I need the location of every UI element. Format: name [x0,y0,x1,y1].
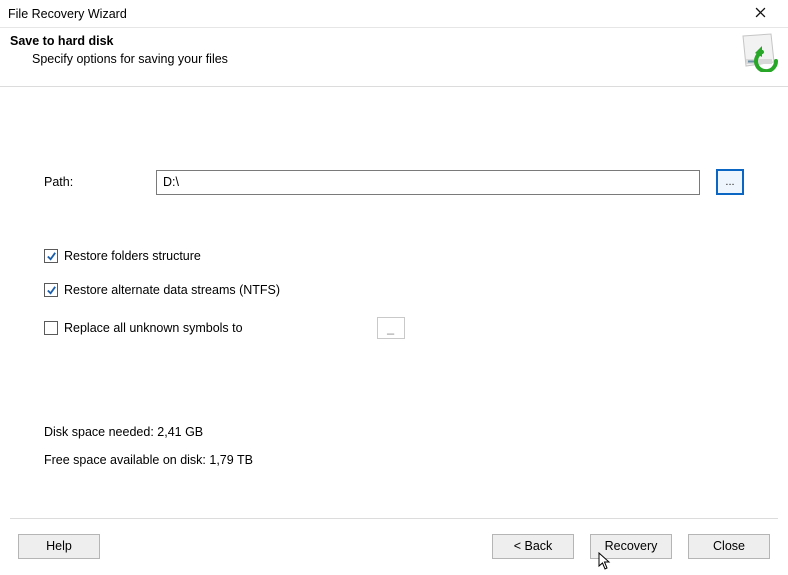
ellipsis-icon: ... [725,176,734,188]
restore-folders-label: Restore folders structure [64,249,201,263]
footer-right: < Back Recovery Close [492,534,770,559]
page-subtitle: Specify options for saving your files [32,52,228,66]
back-button[interactable]: < Back [492,534,574,559]
recovery-button-label: Recovery [605,539,658,553]
restore-ads-label: Restore alternate data streams (NTFS) [64,283,280,297]
hard-disk-icon [738,32,778,72]
replace-symbols-label: Replace all unknown symbols to [64,321,243,335]
wizard-body: Path: ... Restore folders structure Rest… [0,87,788,507]
replace-symbols-checkbox[interactable] [44,321,58,335]
disk-space-info: Disk space needed: 2,41 GB Free space av… [44,425,744,467]
options-group: Restore folders structure Restore altern… [44,249,744,339]
wizard-footer: Help < Back Recovery Close [0,519,788,573]
checkmark-icon [46,251,57,262]
titlebar: File Recovery Wizard [0,0,788,28]
window-title: File Recovery Wizard [8,7,127,21]
close-footer-button-label: Close [713,539,745,553]
help-button-label: Help [46,539,72,553]
restore-folders-row: Restore folders structure [44,249,744,263]
disk-space-needed: Disk space needed: 2,41 GB [44,425,744,439]
checkmark-icon [46,285,57,296]
restore-folders-checkbox[interactable] [44,249,58,263]
help-button[interactable]: Help [18,534,100,559]
disk-space-free: Free space available on disk: 1,79 TB [44,453,744,467]
path-row: Path: ... [44,169,744,195]
header-texts: Save to hard disk Specify options for sa… [10,32,228,66]
browse-button[interactable]: ... [716,169,744,195]
path-label: Path: [44,175,140,189]
close-button[interactable] [740,0,780,28]
replace-symbol-input[interactable] [377,317,405,339]
back-button-label: < Back [514,539,553,553]
restore-ads-checkbox[interactable] [44,283,58,297]
page-title: Save to hard disk [10,34,228,48]
path-input[interactable] [156,170,700,195]
close-footer-button[interactable]: Close [688,534,770,559]
wizard-header: Save to hard disk Specify options for sa… [0,28,788,87]
close-icon [755,5,766,23]
replace-symbols-row: Replace all unknown symbols to [44,317,744,339]
recovery-button[interactable]: Recovery [590,534,672,559]
restore-ads-row: Restore alternate data streams (NTFS) [44,283,744,297]
